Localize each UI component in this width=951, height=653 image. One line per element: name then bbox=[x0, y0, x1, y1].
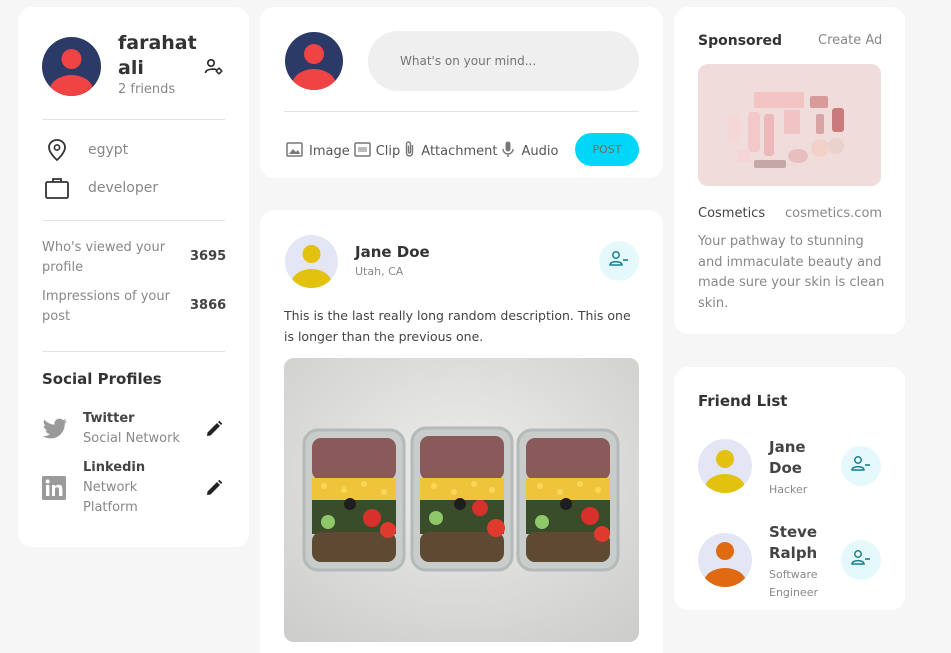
profile-name-line1: farahat bbox=[118, 32, 197, 54]
friend-role-line2: Engineer bbox=[769, 586, 818, 599]
location-text: egypt bbox=[88, 142, 129, 158]
remove-friend-button[interactable] bbox=[841, 540, 881, 580]
social-item-linkedin[interactable]: Linkedin Network Platform bbox=[83, 458, 145, 518]
user-avatar[interactable] bbox=[42, 37, 101, 96]
composer-actions: Image Clip Attachment Audio bbox=[286, 140, 558, 162]
post-impressions-label: Impressions of your post bbox=[42, 287, 170, 327]
sponsored-card: Sponsored Create Ad Cosmetics cosmetics.… bbox=[674, 7, 905, 334]
friend-avatar[interactable] bbox=[698, 533, 752, 587]
location-icon bbox=[46, 138, 68, 162]
image-icon bbox=[286, 141, 303, 161]
friend-name: Steve Ralph bbox=[769, 522, 818, 564]
social-type-line2: Platform bbox=[83, 500, 138, 515]
image-button[interactable]: Image bbox=[286, 141, 350, 161]
social-type: Social Network bbox=[83, 431, 180, 446]
remove-friend-button[interactable] bbox=[599, 241, 639, 281]
friend-role: Hacker bbox=[769, 483, 808, 496]
attachment-label: Attachment bbox=[421, 143, 498, 159]
friend-name-line1: Jane bbox=[769, 438, 806, 456]
remove-friend-icon bbox=[609, 250, 629, 272]
occupation-text: developer bbox=[88, 180, 159, 196]
friend-name: Jane Doe bbox=[769, 437, 807, 479]
post-button[interactable]: POST bbox=[575, 133, 639, 166]
feed-post: Jane Doe Utah, CA This is the last reall… bbox=[260, 210, 663, 653]
social-name: Linkedin bbox=[83, 460, 146, 475]
clip-button[interactable]: Clip bbox=[353, 141, 401, 161]
profile-name-line2: ali bbox=[118, 57, 144, 79]
divider bbox=[42, 220, 225, 221]
audio-label: Audio bbox=[521, 143, 559, 159]
post-text: This is the last really long random desc… bbox=[284, 305, 644, 347]
friend-role-line1: Software bbox=[769, 568, 818, 581]
divider bbox=[284, 111, 639, 112]
ad-desc-line2: and immaculate beauty and bbox=[698, 254, 882, 270]
friend-list-title: Friend List bbox=[698, 392, 788, 410]
microphone-icon bbox=[501, 141, 514, 162]
remove-friend-icon bbox=[851, 549, 871, 571]
audio-button[interactable]: Audio bbox=[501, 141, 559, 162]
ad-image[interactable] bbox=[698, 64, 881, 186]
briefcase-icon bbox=[44, 176, 70, 200]
social-profiles-title: Social Profiles bbox=[42, 370, 162, 388]
friend-role: Software Engineer bbox=[769, 566, 818, 602]
post-text-line2: is longer than the previous one. bbox=[284, 329, 484, 344]
gif-icon bbox=[353, 141, 371, 161]
post-author-location: Utah, CA bbox=[355, 265, 404, 278]
post-impressions-value: 3866 bbox=[190, 298, 227, 313]
social-name: Twitter bbox=[83, 411, 135, 426]
ad-desc-line1: Your pathway to stunning bbox=[698, 234, 864, 249]
ad-desc-line3: made sure your skin is clean bbox=[698, 275, 885, 290]
social-item-twitter[interactable]: Twitter Social Network bbox=[83, 409, 180, 449]
friend-name-line1: Steve bbox=[769, 523, 818, 541]
linkedin-icon bbox=[42, 476, 66, 500]
post-composer: Image Clip Attachment Audio POST bbox=[260, 7, 663, 178]
ad-brand[interactable]: Cosmetics bbox=[698, 206, 765, 221]
friend-name-line2: Ralph bbox=[769, 544, 818, 562]
create-ad-link[interactable]: Create Ad bbox=[818, 33, 882, 48]
divider bbox=[42, 119, 225, 120]
image-label: Image bbox=[309, 143, 350, 159]
manage-account-icon[interactable] bbox=[204, 57, 224, 77]
social-type: Network bbox=[83, 480, 138, 495]
ad-description: Your pathway to stunning and immaculate … bbox=[698, 232, 884, 314]
remove-friend-icon bbox=[851, 455, 871, 477]
friend-avatar[interactable] bbox=[698, 439, 752, 493]
ad-desc-line4: skin. bbox=[698, 295, 729, 311]
friend-list-item[interactable]: Jane Doe Hacker bbox=[769, 437, 807, 499]
sponsored-title: Sponsored bbox=[698, 33, 783, 49]
profile-name[interactable]: farahat ali bbox=[118, 31, 197, 81]
post-author-name[interactable]: Jane Doe bbox=[355, 243, 430, 261]
ad-website[interactable]: cosmetics.com bbox=[785, 206, 882, 221]
user-avatar[interactable] bbox=[285, 32, 343, 90]
edit-icon[interactable] bbox=[205, 420, 223, 438]
post-impressions-label-line1: Impressions of your bbox=[42, 289, 170, 304]
friend-list-item[interactable]: Steve Ralph Software Engineer bbox=[769, 522, 818, 602]
profile-views-label-line1: Who's viewed your bbox=[42, 240, 166, 255]
twitter-icon bbox=[42, 418, 68, 440]
friend-name-line2: Doe bbox=[769, 459, 802, 477]
friend-list-card: Friend List Jane Doe Hacker Steve Ralph … bbox=[674, 367, 905, 610]
post-image[interactable] bbox=[284, 358, 639, 642]
post-text-line1: This is the last really long random desc… bbox=[284, 308, 631, 323]
profile-views-label-line2: profile bbox=[42, 260, 84, 275]
remove-friend-button[interactable] bbox=[841, 446, 881, 486]
clip-label: Clip bbox=[375, 143, 401, 159]
attachment-button[interactable]: Attachment bbox=[404, 140, 498, 162]
profile-views-label: Who's viewed your profile bbox=[42, 238, 165, 278]
edit-icon[interactable] bbox=[205, 479, 223, 497]
post-author-avatar[interactable] bbox=[285, 235, 338, 288]
post-impressions-label-line2: post bbox=[42, 309, 71, 324]
friends-count: 2 friends bbox=[118, 82, 176, 97]
status-input[interactable] bbox=[368, 31, 639, 91]
paperclip-icon bbox=[404, 140, 415, 162]
profile-views-value: 3695 bbox=[190, 249, 227, 264]
profile-card: farahat ali 2 friends egypt developer Wh… bbox=[18, 7, 249, 547]
divider bbox=[42, 351, 225, 352]
